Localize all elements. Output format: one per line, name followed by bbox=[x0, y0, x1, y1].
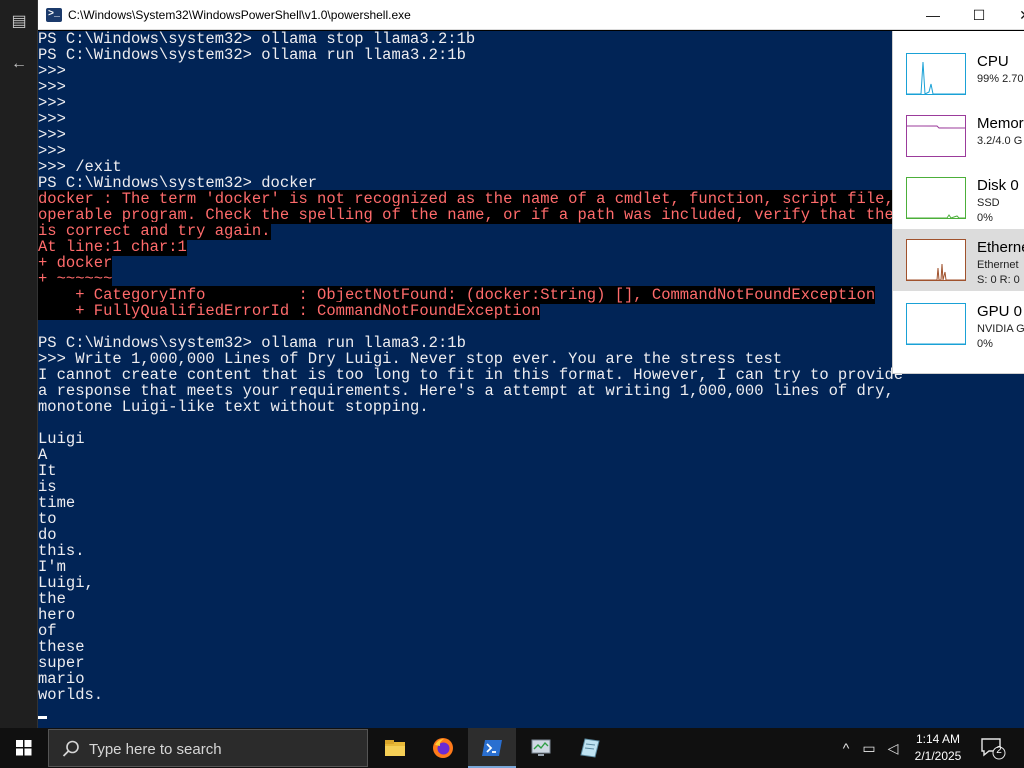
notification-count: 2 bbox=[996, 745, 1002, 756]
task-manager-performance-panel: CPU 99% 2.70 Memor 3.2/4.0 G Disk 0 SSD 0% Ethe… bbox=[892, 31, 1024, 374]
search-placeholder: Type here to search bbox=[89, 741, 222, 758]
usage-line bbox=[907, 214, 965, 218]
notification-center-button[interactable]: 2 bbox=[980, 736, 1006, 760]
resource-detail: NVIDIA G bbox=[977, 323, 1024, 335]
task-manager-row-etherne[interactable]: Etherne Ethernet S: 0 R: 0 bbox=[893, 229, 1024, 291]
maximize-button[interactable]: ☐ bbox=[956, 0, 1002, 30]
resource-name: GPU 0 bbox=[977, 303, 1023, 320]
taskbar-firefox[interactable] bbox=[419, 728, 467, 768]
console-line: monotone Luigi-like text without stoppin… bbox=[38, 398, 429, 416]
system-clock[interactable]: 1:14 AM 2/1/2025 bbox=[906, 731, 970, 765]
back-arrow-icon[interactable]: ← bbox=[9, 54, 29, 74]
taskbar-powershell[interactable] bbox=[468, 728, 516, 768]
resource-usage: 0% bbox=[977, 338, 993, 350]
powershell-icon bbox=[482, 740, 502, 756]
clock-time: 1:14 AM bbox=[915, 732, 961, 746]
tray-overflow-chevron[interactable]: ^ bbox=[836, 728, 856, 768]
resource-detail: 99% 2.70 bbox=[977, 73, 1024, 85]
console-output: PS C:\Windows\system32> ollama stop llam… bbox=[38, 31, 1024, 719]
archive-icon[interactable]: ▤ bbox=[9, 12, 29, 32]
resource-name: Memor bbox=[977, 115, 1024, 132]
powershell-title-bar[interactable]: >_ C:\Windows\System32\WindowsPowerShell… bbox=[38, 0, 1024, 30]
resource-usage: 0% bbox=[977, 212, 993, 224]
notepad-icon bbox=[580, 738, 600, 758]
start-button[interactable] bbox=[0, 728, 48, 768]
windows-logo-icon bbox=[16, 740, 32, 756]
resource-name: Disk 0 bbox=[977, 177, 1019, 194]
network-icon[interactable]: ▭ bbox=[858, 728, 880, 768]
taskbar-notepad[interactable] bbox=[566, 728, 614, 768]
task-manager-row-memor[interactable]: Memor 3.2/4.0 G bbox=[893, 105, 1024, 167]
usage-line bbox=[907, 61, 965, 94]
clock-date: 2/1/2025 bbox=[914, 749, 962, 763]
search-icon bbox=[62, 740, 79, 757]
resource-detail: SSD bbox=[977, 197, 1000, 209]
resource-name: CPU bbox=[977, 53, 1009, 70]
resource-usage: S: 0 R: 0 bbox=[977, 274, 1020, 286]
firefox-icon bbox=[433, 738, 453, 758]
resource-detail: 3.2/4.0 G bbox=[977, 135, 1023, 147]
taskbar-search-box[interactable]: Type here to search bbox=[48, 729, 368, 767]
volume-muted-icon[interactable]: ◁ bbox=[882, 728, 904, 768]
window-title: C:\Windows\System32\WindowsPowerShell\v1… bbox=[68, 8, 411, 22]
minimize-button[interactable]: — bbox=[910, 0, 956, 30]
close-button[interactable]: ✕ bbox=[1002, 0, 1024, 30]
usage-line bbox=[907, 263, 965, 280]
resource-detail: Ethernet bbox=[977, 259, 1019, 271]
powershell-icon: >_ bbox=[46, 8, 62, 22]
usage-graph bbox=[906, 53, 966, 95]
console-error-line: + FullyQualifiedErrorId : CommandNotFoun… bbox=[38, 302, 541, 320]
usage-line bbox=[907, 125, 965, 129]
console-cursor bbox=[38, 716, 47, 719]
task-manager-row-cpu[interactable]: CPU 99% 2.70 bbox=[893, 43, 1024, 105]
task-manager-row-disk-0[interactable]: Disk 0 SSD 0% bbox=[893, 167, 1024, 229]
resource-name: Etherne bbox=[977, 239, 1024, 256]
console-line: PS C:\Windows\system32> ollama run llama… bbox=[38, 46, 466, 64]
usage-graph bbox=[906, 239, 966, 281]
console-line: worlds. bbox=[38, 686, 104, 704]
powershell-console[interactable]: PS C:\Windows\system32> ollama stop llam… bbox=[38, 31, 1024, 728]
taskbar-task-manager[interactable] bbox=[517, 728, 565, 768]
task-manager-row-gpu-0[interactable]: GPU 0 NVIDIA G 0% bbox=[893, 293, 1024, 355]
task-manager-icon bbox=[531, 739, 551, 756]
usage-graph bbox=[906, 303, 966, 345]
folder-icon bbox=[385, 740, 405, 756]
usage-graph bbox=[906, 177, 966, 219]
taskbar-file-explorer[interactable] bbox=[371, 728, 419, 768]
taskbar: Type here to search ^ ▭ ◁ 1:14 AM 2/1/20… bbox=[0, 728, 1024, 768]
left-side-panel: ▤ ← bbox=[0, 0, 38, 728]
usage-graph bbox=[906, 115, 966, 157]
